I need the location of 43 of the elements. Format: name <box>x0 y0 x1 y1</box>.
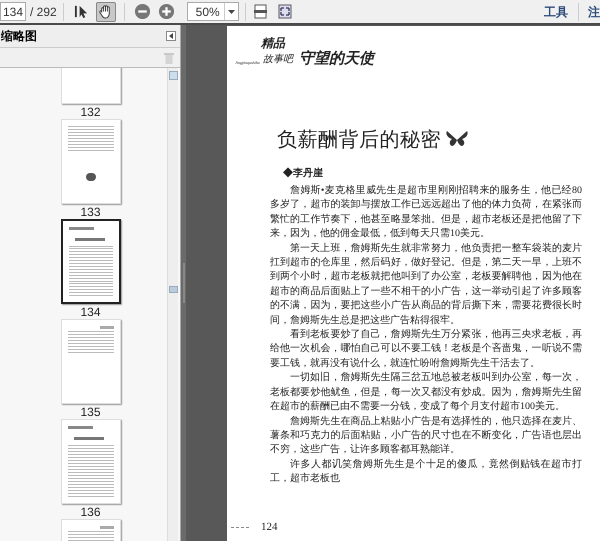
body-paragraph: 詹姆斯•麦克格里威先生是超市里刚刚招聘来的服务生，他已经80多岁了，超市的装卸与摆放工作已远远超出了他的体力负荷，在紧张而繁忙的工作节奏下，他甚至略显笨拙。但是，超市老板还是把他留了下来，因为，他的佣金最低，低到每天只需10美元。 <box>270 184 582 242</box>
hand-tool-button[interactable] <box>96 2 116 22</box>
plus-icon <box>158 3 176 20</box>
page-expand-icon <box>278 4 292 19</box>
panel-title: 缩略图 <box>1 28 37 45</box>
logo-subtitle: 故事吧 <box>263 52 293 67</box>
section-title: 守望的天使 <box>299 48 374 68</box>
page-label: 135 <box>80 405 101 419</box>
zoom-in-button[interactable] <box>156 2 177 22</box>
fit-page-button[interactable] <box>252 2 270 22</box>
page-count: / 292 <box>30 4 57 20</box>
scroll-thumb[interactable] <box>169 286 178 293</box>
body-paragraph: 詹姆斯先生在商品上粘贴小广告是有选择性的，他只选择在麦片、薯条和巧克力的后面粘贴，小广告的尺寸也在不断变化，广告语也层出不穷，这些广告，让许多顾客都耳熟能详。 <box>270 414 582 458</box>
tools-link[interactable]: 工具 <box>544 2 568 20</box>
minus-icon <box>134 3 152 20</box>
fit-width-button[interactable] <box>276 2 294 22</box>
page-number-field[interactable]: 134 <box>0 2 26 21</box>
logo-text: 精品 <box>261 35 285 52</box>
comment-link[interactable]: 注 <box>588 2 600 20</box>
body-paragraph: 一切如旧，詹姆斯先生隔三岔五地总被老板叫到办公室，每一次，老板都要炒他鱿鱼，但是，每一次又都没有炒成。因为，詹姆斯先生留在超市的薪酬已由不需要一分钱，变成了每个月支付超市100美元。 <box>270 371 582 414</box>
scrollbar[interactable] <box>167 68 178 541</box>
collapse-panel-button[interactable] <box>166 31 176 41</box>
body-paragraph: 许多人都讥笑詹姆斯先生是个十足的傻瓜，竟然倒贴钱在超市打工，超市老板也 <box>270 458 582 486</box>
cursor-icon <box>74 4 90 19</box>
caret-icon <box>169 33 173 39</box>
butterfly-icon <box>445 129 469 149</box>
zoom-value: 50% <box>194 4 221 20</box>
zoom-dropdown[interactable]: 50% <box>186 2 239 21</box>
page-label: 133 <box>80 205 101 219</box>
scroll-up-button[interactable] <box>168 71 178 80</box>
article-title: 负薪酬背后的秘密 <box>277 126 441 153</box>
page-number: 124 <box>261 520 278 535</box>
resize-handle[interactable] <box>181 25 186 541</box>
page-fit-icon <box>254 4 268 19</box>
page-label: 136 <box>80 505 101 519</box>
caret-icon <box>228 10 235 14</box>
body-paragraph: 看到老板要炒了自己，詹姆斯先生万分紧张，他再三央求老板，再给他一次机会，哪怕自己可以不要工钱！老板是个吝啬鬼，一听说不需要工钱，就再没有说什么，就连忙吩咐詹姆斯先生干活去了。 <box>270 328 582 371</box>
page-label: 134 <box>80 305 101 319</box>
page-label: 132 <box>80 105 101 119</box>
author-name: ◆李丹崖 <box>283 166 324 181</box>
page-thumbnail[interactable] <box>60 219 120 304</box>
zoom-out-button[interactable] <box>132 2 153 22</box>
body-paragraph: 第一天上班，詹姆斯先生就非常努力，他负责把一整车袋装的麦片扛到超市的仓库里，然后码好，做好登记。但是，第二天一早，上班不到两个小时，超市老板就把他叫到了办公室，老板要解聘他，因为他在超市的商品后面贴上了一些不相干的小广告，这一举动引起了许多顾客的不满，因为，要把这些小广告从商品的背后撕下来，需要花费很长时间，詹姆斯先生总是把这些广告粘得很牢。 <box>270 242 582 328</box>
